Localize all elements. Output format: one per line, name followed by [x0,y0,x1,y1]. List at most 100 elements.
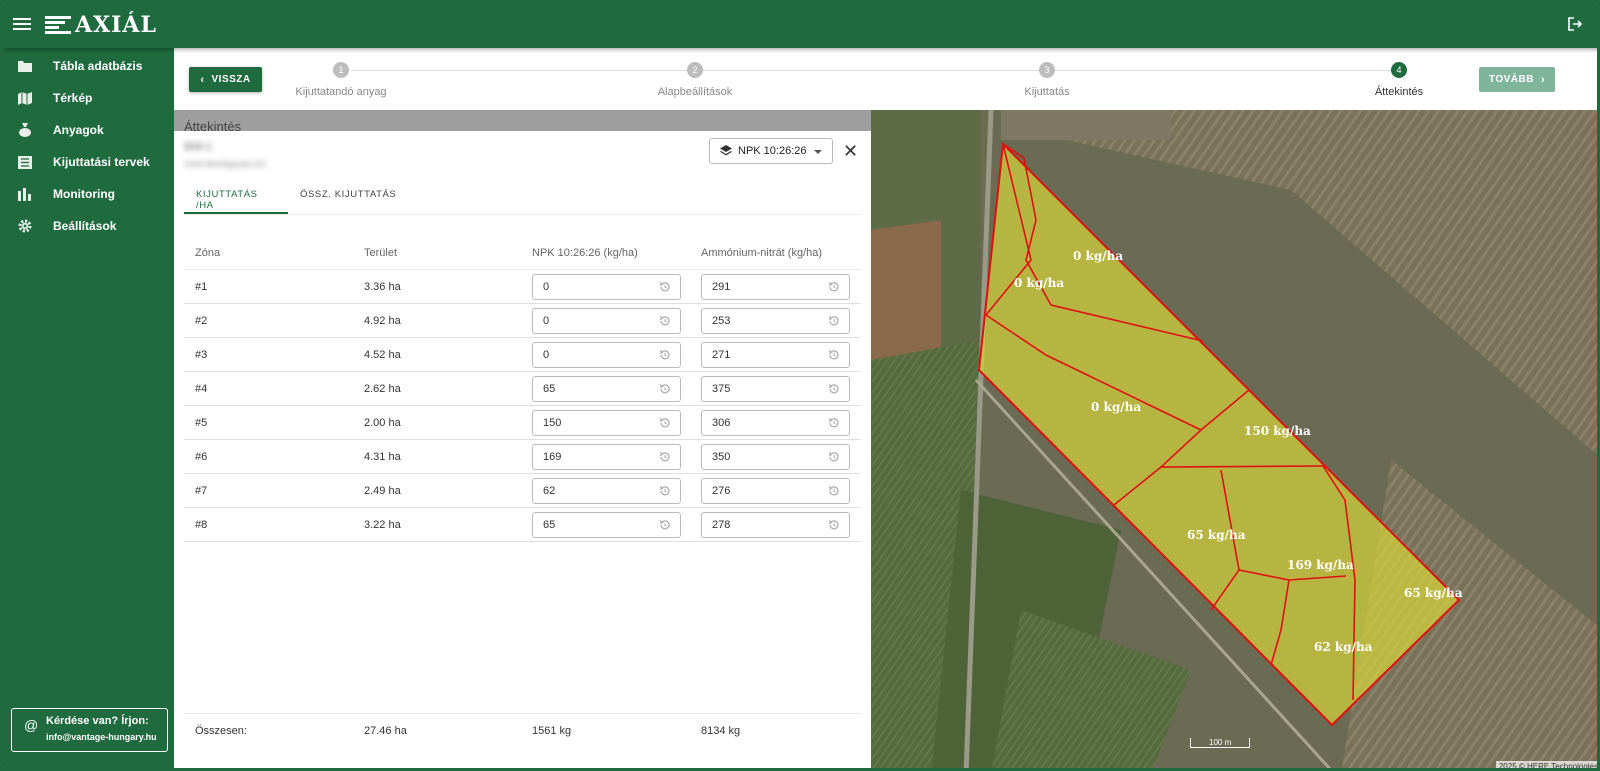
reset-icon[interactable] [828,383,840,395]
reset-icon[interactable] [659,281,671,293]
reset-icon[interactable] [828,451,840,463]
ammonium-nitrate-rate-input[interactable]: 271 [701,341,850,368]
step-2: 2 Alapbeállítások [625,62,765,98]
reset-icon[interactable] [659,383,671,395]
reset-icon[interactable] [828,315,840,327]
reset-icon[interactable] [659,519,671,531]
chevron-right-icon: › [1540,73,1546,86]
table-row: #7 2.49 ha 62 276 [184,474,861,508]
an-cell: 306 [701,406,850,439]
reset-icon[interactable] [659,485,671,497]
table-row: #5 2.00 ha 150 306 [184,406,861,440]
npk-rate-value: 0 [543,314,550,327]
sidebar-item-kijuttatasi-tervek[interactable]: Kijuttatási tervek [3,146,174,178]
table-row: #3 4.52 ha 0 271 [184,338,861,372]
npk-rate-input[interactable]: 0 [532,273,681,300]
ammonium-nitrate-rate-input[interactable]: 375 [701,375,850,402]
help-email[interactable]: info@vantage-hungary.hu [46,732,159,742]
reset-icon[interactable] [828,417,840,429]
logout-icon[interactable] [1567,16,1583,32]
tab-divider [184,214,861,215]
reset-icon[interactable] [828,281,840,293]
overview-panel: 808-1 Hold Meofigazda 2/1 NPK 10:26:26 ✕… [174,131,871,768]
ammonium-nitrate-rate-input[interactable]: 350 [701,443,850,470]
an-cell: 253 [701,304,850,337]
map-scale-label: 100 m [1209,738,1232,747]
step-label: Alapbeállítások [657,86,733,98]
an-cell: 278 [701,508,850,541]
satellite-map[interactable]: 0 kg/ha 0 kg/ha 0 kg/ha 150 kg/ha 65 kg/… [871,110,1600,771]
zone-label: 0 kg/ha [1073,249,1123,263]
map-canvas[interactable]: 0 kg/ha 0 kg/ha 0 kg/ha 150 kg/ha 65 kg/… [871,110,1600,771]
npk-rate-input[interactable]: 0 [532,341,681,368]
back-button-label: VISSZA [211,74,251,85]
help-contact-box[interactable]: @ Kérdése van? Írjon: info@vantage-hunga… [11,708,168,752]
total-npk: 1561 kg [532,724,572,737]
zone-label: 62 kg/ha [1314,640,1373,654]
material-select[interactable]: NPK 10:26:26 [709,138,833,164]
total-area: 27.46 ha [364,724,407,737]
npk-cell: 0 [532,270,681,303]
reset-icon[interactable] [659,451,671,463]
table-header: Zóna Terület NPK 10:26:26 (kg/ha) Ammóni… [184,236,861,270]
ammonium-nitrate-rate-input[interactable]: 306 [701,409,850,436]
an-cell: 271 [701,338,850,371]
reset-icon[interactable] [659,315,671,327]
npk-rate-input[interactable]: 65 [532,375,681,402]
chevron-left-icon: ‹ [200,73,205,86]
npk-rate-input[interactable]: 0 [532,307,681,334]
sidebar-item-label: Beállítások [53,219,117,233]
reset-icon[interactable] [828,485,840,497]
table-row: #4 2.62 ha 65 375 [184,372,861,406]
step-label: Kijuttatás [1024,86,1070,98]
sidebar-item-tabla-adatbazis[interactable]: Tábla adatbázis [3,50,174,82]
sidebar-item-label: Monitoring [53,187,115,201]
zone-label: 65 kg/ha [1404,586,1463,600]
table-row: #1 3.36 ha 0 291 [184,270,861,304]
tab-ossz-kijuttatas[interactable]: ÖSSZ. KIJUTTATÁS [288,189,408,214]
npk-cell: 0 [532,338,681,371]
ammonium-nitrate-rate-input[interactable]: 276 [701,477,850,504]
next-button[interactable]: TOVÁBB › [1479,67,1555,92]
reset-icon[interactable] [659,349,671,361]
zone-label: 0 kg/ha [1014,276,1064,290]
zone-area: 2.49 ha [364,484,401,497]
sidebar-item-beallitasok[interactable]: Beállítások [3,210,174,242]
ammonium-nitrate-rate-value: 291 [712,280,731,293]
close-icon[interactable]: ✕ [843,142,858,160]
sidebar-item-anyagok[interactable]: Anyagok [3,114,174,146]
tab-kijuttatas-ha[interactable]: KIJUTTATÁS /HA [184,189,288,214]
npk-rate-input[interactable]: 65 [532,511,681,538]
back-button[interactable]: ‹ VISSZA [189,67,262,92]
dropdown-caret-icon [814,150,822,154]
sidebar-item-label: Anyagok [53,123,104,137]
sidebar-item-label: Tábla adatbázis [53,59,143,73]
column-header: NPK 10:26:26 (kg/ha) [532,246,638,259]
reset-icon[interactable] [828,349,840,361]
npk-rate-input[interactable]: 169 [532,443,681,470]
step-label: Áttekintés [1374,86,1424,98]
field-subtitle: Hold Meofigazda 2/1 [184,159,267,169]
map-icon [17,91,33,105]
sidebar-item-terkep[interactable]: Térkép [3,82,174,114]
stepper-bar: ‹ VISSZA 1 Kijuttatandó anyag 2 Alapbeál… [174,48,1597,110]
zone-label: 150 kg/ha [1244,424,1311,438]
ammonium-nitrate-rate-value: 375 [712,382,731,395]
npk-cell: 62 [532,474,681,507]
brand-logo[interactable]: AXIÁL [45,12,157,38]
zone-label: 65 kg/ha [1187,528,1246,542]
sidebar-item-monitoring[interactable]: Monitoring [3,178,174,210]
zone-id: #6 [195,450,208,463]
npk-rate-input[interactable]: 150 [532,409,681,436]
ammonium-nitrate-rate-value: 276 [712,484,731,497]
npk-rate-input[interactable]: 62 [532,477,681,504]
ammonium-nitrate-rate-input[interactable]: 291 [701,273,850,300]
ammonium-nitrate-rate-input[interactable]: 278 [701,511,850,538]
total-ammonium-nitrate: 8134 kg [701,724,741,737]
ammonium-nitrate-rate-input[interactable]: 253 [701,307,850,334]
hamburger-menu-icon[interactable] [13,15,31,33]
zone-area: 2.00 ha [364,416,401,429]
ammonium-nitrate-rate-value: 253 [712,314,731,327]
reset-icon[interactable] [828,519,840,531]
reset-icon[interactable] [659,417,671,429]
